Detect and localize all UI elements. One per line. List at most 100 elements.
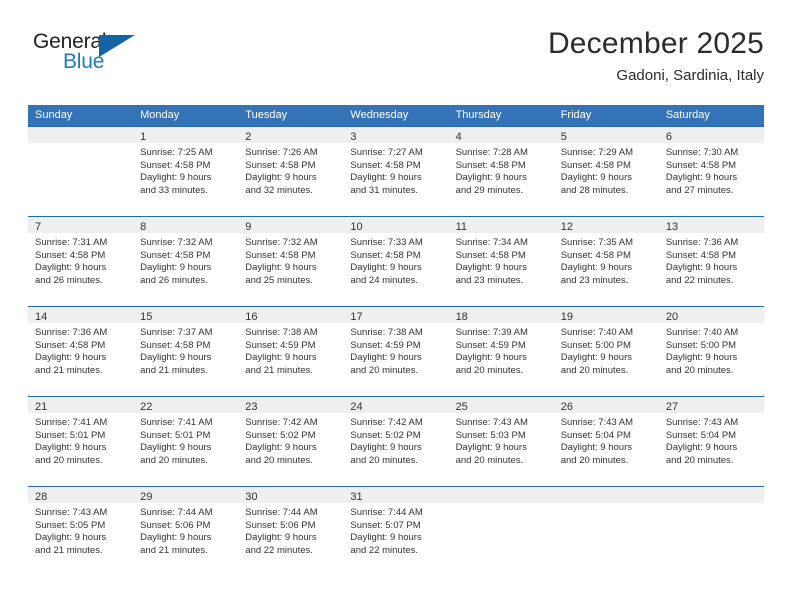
- day-number: 29: [140, 491, 153, 503]
- day-number: 26: [560, 401, 573, 413]
- day-cell[interactable]: 13 Sunrise: 7:36 AM Sunset: 4:58 PM Dayl…: [658, 217, 764, 306]
- day-cell[interactable]: 9 Sunrise: 7:32 AM Sunset: 4:58 PM Dayli…: [238, 217, 344, 306]
- sunrise-text: Sunrise: 7:25 AM: [140, 147, 213, 158]
- day-cell[interactable]: 6 Sunrise: 7:30 AM Sunset: 4:58 PM Dayli…: [658, 127, 764, 216]
- day-number-band: 27: [658, 397, 764, 413]
- page-title: December 2025: [547, 27, 764, 60]
- day-cell[interactable]: 4 Sunrise: 7:28 AM Sunset: 4:58 PM Dayli…: [448, 127, 554, 216]
- brand-logo[interactable]: General Blue: [33, 30, 173, 86]
- day-number-band: 12: [553, 217, 659, 233]
- page-header: General Blue December 2025 Gadoni, Sardi…: [28, 26, 764, 98]
- day-details: Sunrise: 7:27 AM Sunset: 4:58 PM Dayligh…: [343, 143, 448, 197]
- week-row: 21 Sunrise: 7:41 AM Sunset: 5:01 PM Dayl…: [28, 396, 764, 486]
- day-number-band: 23: [238, 397, 344, 413]
- sunset-text: Sunset: 5:02 PM: [245, 429, 316, 441]
- day-cell[interactable]: 11 Sunrise: 7:34 AM Sunset: 4:58 PM Dayl…: [448, 217, 554, 306]
- day-number: 12: [560, 221, 573, 233]
- daylight-text-line2: and 23 minutes.: [455, 274, 524, 286]
- sunset-text: Sunset: 5:05 PM: [35, 519, 106, 531]
- day-details: Sunrise: 7:30 AM Sunset: 4:58 PM Dayligh…: [659, 143, 764, 197]
- day-cell[interactable]: 20 Sunrise: 7:40 AM Sunset: 5:00 PM Dayl…: [658, 307, 764, 396]
- day-cell[interactable]: [448, 487, 554, 576]
- sunrise-text: Sunrise: 7:44 AM: [350, 507, 423, 518]
- day-details: [28, 143, 133, 147]
- sunrise-text: Sunrise: 7:43 AM: [35, 507, 108, 518]
- sunset-text: Sunset: 4:58 PM: [560, 159, 631, 171]
- day-cell[interactable]: 23 Sunrise: 7:42 AM Sunset: 5:02 PM Dayl…: [238, 397, 344, 486]
- sunset-text: Sunset: 4:58 PM: [560, 249, 631, 261]
- weekday-friday: Friday: [560, 109, 592, 121]
- daylight-text-line1: Daylight: 9 hours: [140, 532, 212, 544]
- day-number-band: 19: [553, 307, 659, 323]
- sunset-text: Sunset: 4:58 PM: [35, 339, 106, 351]
- daylight-text-line2: and 20 minutes.: [455, 364, 524, 376]
- day-number: 24: [350, 401, 363, 413]
- day-cell[interactable]: 29 Sunrise: 7:44 AM Sunset: 5:06 PM Dayl…: [133, 487, 239, 576]
- daylight-text-line1: Daylight: 9 hours: [665, 352, 738, 364]
- day-cell[interactable]: 15 Sunrise: 7:37 AM Sunset: 4:58 PM Dayl…: [133, 307, 239, 396]
- day-number-band: 25: [448, 397, 554, 413]
- sunrise-text: Sunrise: 7:31 AM: [35, 237, 108, 248]
- day-number-band: [448, 487, 554, 503]
- day-cell[interactable]: 22 Sunrise: 7:41 AM Sunset: 5:01 PM Dayl…: [133, 397, 239, 486]
- day-details: Sunrise: 7:25 AM Sunset: 4:58 PM Dayligh…: [133, 143, 238, 197]
- day-cell[interactable]: 5 Sunrise: 7:29 AM Sunset: 4:58 PM Dayli…: [553, 127, 659, 216]
- sunrise-text: Sunrise: 7:38 AM: [245, 327, 318, 338]
- day-number-band: 16: [238, 307, 344, 323]
- daylight-text-line2: and 27 minutes.: [665, 184, 734, 196]
- day-cell[interactable]: 3 Sunrise: 7:27 AM Sunset: 4:58 PM Dayli…: [343, 127, 449, 216]
- day-cell[interactable]: 21 Sunrise: 7:41 AM Sunset: 5:01 PM Dayl…: [28, 397, 134, 486]
- day-number: 7: [35, 221, 42, 233]
- day-cell[interactable]: [28, 127, 134, 216]
- day-cell[interactable]: 24 Sunrise: 7:42 AM Sunset: 5:02 PM Dayl…: [343, 397, 449, 486]
- day-number-band: 2: [238, 127, 344, 143]
- daylight-text-line2: and 20 minutes.: [665, 364, 734, 376]
- daylight-text-line2: and 21 minutes.: [35, 364, 103, 376]
- day-details: [449, 503, 554, 507]
- day-cell[interactable]: [553, 487, 659, 576]
- day-cell[interactable]: 12 Sunrise: 7:35 AM Sunset: 4:58 PM Dayl…: [553, 217, 659, 306]
- sunrise-text: Sunrise: 7:33 AM: [350, 237, 423, 248]
- day-cell[interactable]: 19 Sunrise: 7:40 AM Sunset: 5:00 PM Dayl…: [553, 307, 659, 396]
- day-cell[interactable]: 1 Sunrise: 7:25 AM Sunset: 4:58 PM Dayli…: [133, 127, 239, 216]
- day-cell[interactable]: 7 Sunrise: 7:31 AM Sunset: 4:58 PM Dayli…: [28, 217, 134, 306]
- day-number-band: 26: [553, 397, 659, 413]
- day-cell[interactable]: 18 Sunrise: 7:39 AM Sunset: 4:59 PM Dayl…: [448, 307, 554, 396]
- sunrise-text: Sunrise: 7:28 AM: [455, 147, 528, 158]
- day-details: Sunrise: 7:32 AM Sunset: 4:58 PM Dayligh…: [133, 233, 238, 287]
- day-details: Sunrise: 7:44 AM Sunset: 5:06 PM Dayligh…: [133, 503, 238, 557]
- day-number: 15: [140, 311, 153, 323]
- day-cell[interactable]: 25 Sunrise: 7:43 AM Sunset: 5:03 PM Dayl…: [448, 397, 554, 486]
- daylight-text-line1: Daylight: 9 hours: [455, 172, 527, 184]
- daylight-text-line1: Daylight: 9 hours: [560, 352, 632, 364]
- day-cell[interactable]: 31 Sunrise: 7:44 AM Sunset: 5:07 PM Dayl…: [343, 487, 449, 576]
- day-cell[interactable]: 27 Sunrise: 7:43 AM Sunset: 5:04 PM Dayl…: [658, 397, 764, 486]
- sunrise-text: Sunrise: 7:40 AM: [665, 327, 739, 338]
- day-details: Sunrise: 7:38 AM Sunset: 4:59 PM Dayligh…: [343, 323, 448, 377]
- day-number-band: [658, 487, 764, 503]
- day-cell[interactable]: 10 Sunrise: 7:33 AM Sunset: 4:58 PM Dayl…: [343, 217, 449, 306]
- day-cell[interactable]: 8 Sunrise: 7:32 AM Sunset: 4:58 PM Dayli…: [133, 217, 239, 306]
- day-cell[interactable]: 17 Sunrise: 7:38 AM Sunset: 4:59 PM Dayl…: [343, 307, 449, 396]
- day-cell[interactable]: 16 Sunrise: 7:38 AM Sunset: 4:59 PM Dayl…: [238, 307, 344, 396]
- sunrise-text: Sunrise: 7:27 AM: [350, 147, 423, 158]
- day-cell[interactable]: 14 Sunrise: 7:36 AM Sunset: 4:58 PM Dayl…: [28, 307, 134, 396]
- daylight-text-line1: Daylight: 9 hours: [560, 442, 632, 454]
- day-details: Sunrise: 7:33 AM Sunset: 4:58 PM Dayligh…: [343, 233, 448, 287]
- day-number: 4: [455, 131, 462, 143]
- daylight-text-line2: and 29 minutes.: [455, 184, 524, 196]
- day-cell[interactable]: 30 Sunrise: 7:44 AM Sunset: 5:06 PM Dayl…: [238, 487, 344, 576]
- day-number-band: 10: [343, 217, 449, 233]
- daylight-text-line2: and 28 minutes.: [560, 184, 629, 196]
- day-number-band: 18: [448, 307, 554, 323]
- daylight-text-line2: and 20 minutes.: [665, 454, 734, 466]
- daylight-text-line1: Daylight: 9 hours: [455, 262, 527, 274]
- sunrise-text: Sunrise: 7:37 AM: [140, 327, 213, 338]
- day-cell[interactable]: 28 Sunrise: 7:43 AM Sunset: 5:05 PM Dayl…: [28, 487, 134, 576]
- day-cell[interactable]: 2 Sunrise: 7:26 AM Sunset: 4:58 PM Dayli…: [238, 127, 344, 216]
- day-cell[interactable]: 26 Sunrise: 7:43 AM Sunset: 5:04 PM Dayl…: [553, 397, 659, 486]
- daylight-text-line1: Daylight: 9 hours: [455, 352, 527, 364]
- sunset-text: Sunset: 5:01 PM: [35, 429, 106, 441]
- day-cell[interactable]: [658, 487, 764, 576]
- daylight-text-line2: and 20 minutes.: [560, 454, 629, 466]
